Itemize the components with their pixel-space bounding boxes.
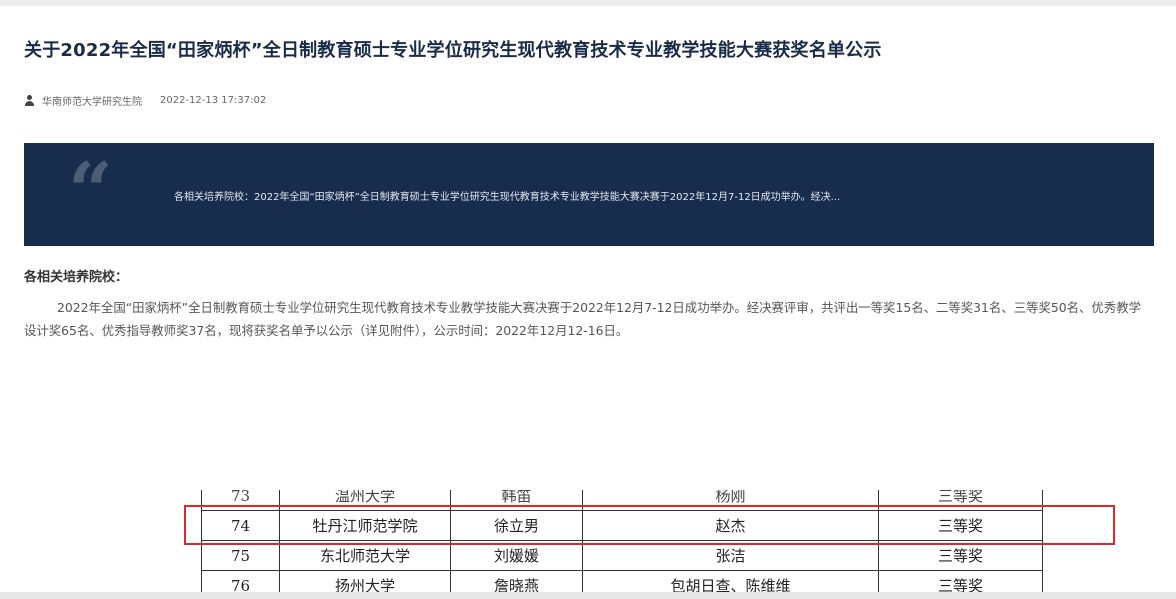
row-school: 东北师范大学 <box>279 540 451 571</box>
article-datetime: 2022-12-13 17:37:02 <box>160 94 267 106</box>
row-number: 75 <box>201 540 280 571</box>
article-body: 2022年全国“田家炳杯”全日制教育硕士专业学位研究生现代教育技术专业教学技能大… <box>24 300 1141 338</box>
row-school: 扬州大学 <box>279 570 451 592</box>
row-number: 76 <box>201 570 280 592</box>
article-title: 关于2022年全国“田家炳杯”全日制教育硕士专业学位研究生现代教育技术专业教学技… <box>24 40 882 61</box>
row-student: 刘媛媛 <box>450 540 583 571</box>
article-author[interactable]: 华南师范大学研究生院 <box>42 93 142 108</box>
row-advisor: 张洁 <box>582 540 879 571</box>
quote-icon: “ <box>68 146 113 237</box>
greeting: 各相关培养院校： <box>24 270 129 285</box>
row-award: 三等奖 <box>878 540 1043 571</box>
article-meta: 华南师范大学研究生院 2022-12-13 17:37:02 <box>24 93 267 108</box>
row-advisor: 包胡日查、陈维维 <box>582 570 879 592</box>
row-student: 詹晓燕 <box>450 570 583 592</box>
highlight-box <box>184 505 1115 545</box>
top-bar <box>0 0 1176 6</box>
table-row: 76 扬州大学 詹晓燕 包胡日查、陈维维 三等奖 <box>201 570 1043 592</box>
user-icon <box>24 94 35 106</box>
bottom-scrollbar[interactable] <box>0 592 1176 599</box>
row-award: 三等奖 <box>878 570 1043 592</box>
summary-text: 各相关培养院校：2022年全国“田家炳杯”全日制教育硕士专业学位研究生现代教育技… <box>174 192 841 203</box>
table-row: 75 东北师范大学 刘媛媛 张洁 三等奖 <box>201 540 1043 571</box>
summary-box: “ 各相关培养院校：2022年全国“田家炳杯”全日制教育硕士专业学位研究生现代教… <box>24 143 1154 246</box>
